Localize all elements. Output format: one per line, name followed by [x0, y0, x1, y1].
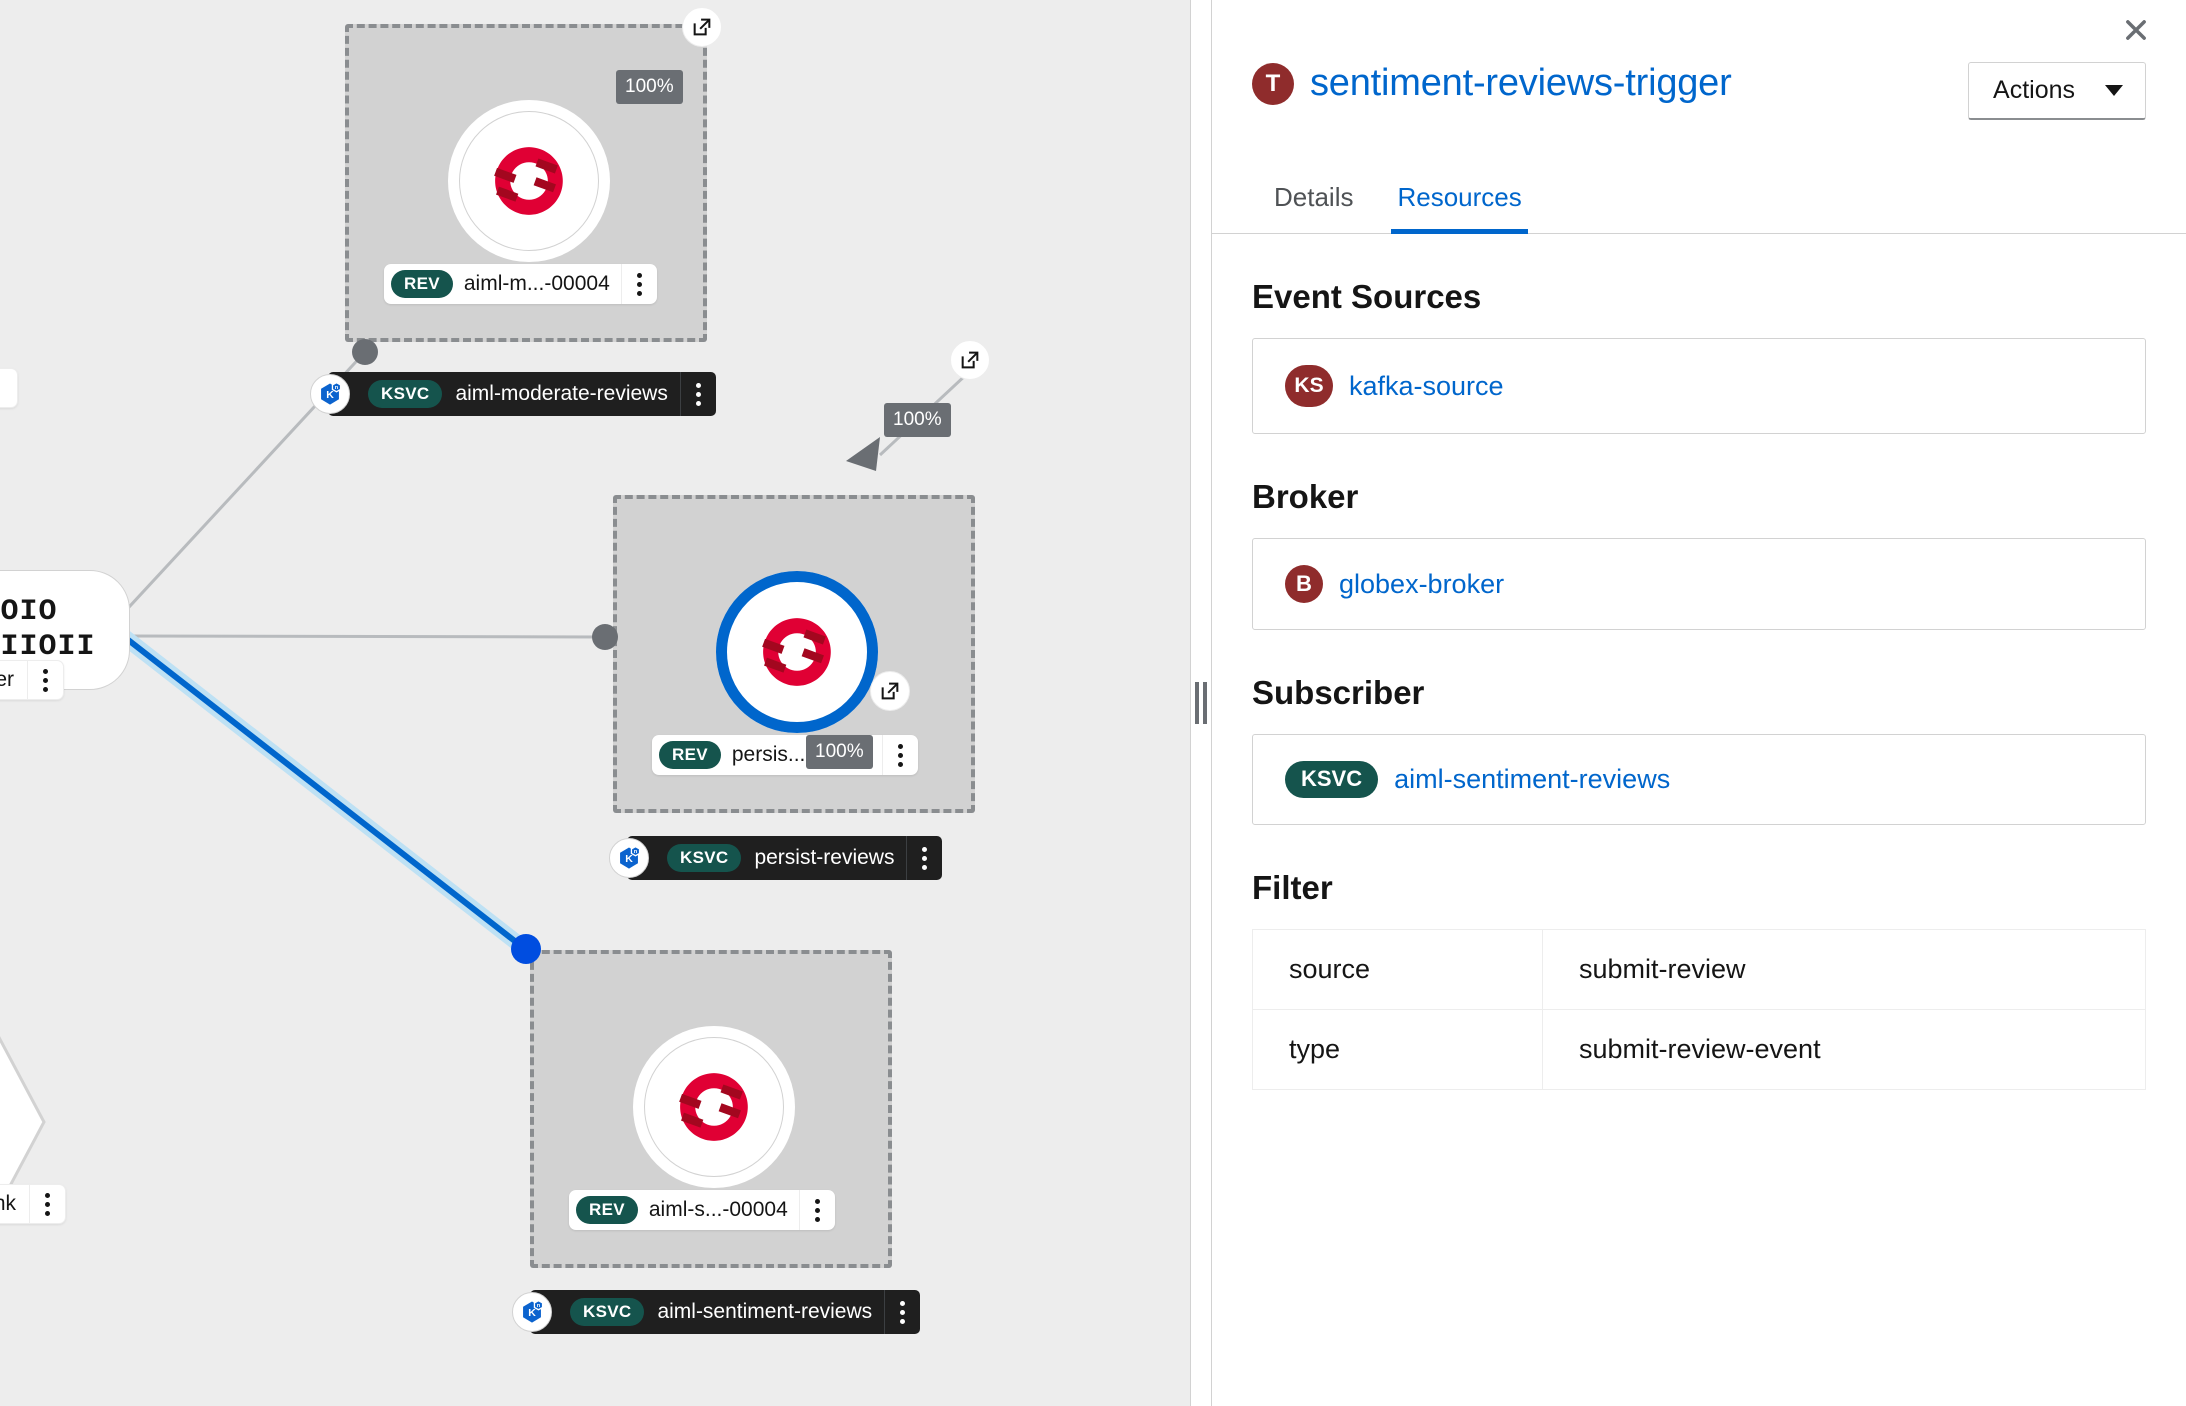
- service-pill-aiml-sentiment-reviews[interactable]: K n KSVC aiml-sentiment-reviews: [512, 1290, 921, 1334]
- kebab-menu-icon[interactable]: [906, 836, 942, 880]
- filter-key: type: [1252, 1009, 1543, 1090]
- graph-node-broker-label[interactable]: obex-broker: [0, 660, 65, 700]
- chevron-down-icon: [2105, 85, 2123, 96]
- revision-badge: REV: [659, 741, 721, 769]
- svg-text:n: n: [335, 385, 339, 391]
- service-badge: KSVC: [667, 844, 742, 872]
- subscriber-type-badge: KSVC: [1285, 761, 1379, 798]
- external-link-icon-persist-reviews[interactable]: [950, 340, 990, 380]
- openshift-logo-icon: [679, 1073, 748, 1141]
- event-source-link[interactable]: kafka-source: [1349, 371, 1504, 402]
- revision-emblem-aiml-moderate-reviews[interactable]: [448, 100, 610, 262]
- kebab-menu-icon[interactable]: [679, 372, 716, 416]
- kebab-menu-icon[interactable]: [884, 1290, 920, 1334]
- panel-content: Event Sources KS kafka-source Broker B g…: [1212, 278, 2186, 1090]
- kebab-menu-icon[interactable]: [881, 735, 918, 775]
- revision-badge: REV: [391, 270, 453, 298]
- resize-grip-bar: [1195, 682, 1199, 724]
- service-pill-persist-reviews[interactable]: K n KSVC persist-reviews: [609, 836, 943, 880]
- knative-icon: K n: [609, 838, 649, 878]
- service-name: aiml-sentiment-reviews: [657, 1300, 873, 1323]
- panel-header: T sentiment-reviews-trigger Actions: [1212, 0, 2186, 120]
- revision-pill-persist-reviews[interactable]: REV persis...-00001: [652, 735, 918, 775]
- service-pill-aiml-moderate-reviews[interactable]: K n KSVC aiml-moderate-reviews: [310, 372, 716, 416]
- kebab-menu-icon[interactable]: [0, 369, 7, 407]
- revision-name: aiml-s...-00004: [648, 1198, 788, 1221]
- broker-binary-glyph: IO IOIO OII IIOII: [0, 594, 96, 664]
- svg-text:K: K: [326, 389, 334, 401]
- service-badge: KSVC: [570, 1298, 645, 1326]
- table-row: source submit-review: [1252, 929, 2146, 1010]
- panel-tabs: Details Resources: [1212, 164, 2186, 234]
- subscriber-card[interactable]: KSVC aiml-sentiment-reviews: [1252, 734, 2146, 825]
- traffic-percent-persist-reviews: 100%: [884, 403, 951, 437]
- actions-button-label: Actions: [1993, 76, 2075, 104]
- service-badge: KSVC: [368, 380, 443, 408]
- page-title[interactable]: sentiment-reviews-trigger: [1310, 62, 1732, 105]
- openshift-logo-icon: [494, 147, 563, 215]
- tab-resources[interactable]: Resources: [1375, 164, 1543, 234]
- sink-label-text: ws-sink: [0, 1192, 17, 1215]
- resource-side-panel: T sentiment-reviews-trigger Actions Deta…: [1212, 0, 2186, 1406]
- resize-grip-bar: [1203, 682, 1207, 724]
- topology-screen: IO IOIO OII IIOII obex-broker ws-sink: [0, 0, 2186, 1406]
- section-title-event-sources: Event Sources: [1252, 278, 1482, 315]
- knative-icon: K n: [512, 1292, 552, 1332]
- section-title-subscriber: Subscriber: [1252, 674, 1425, 711]
- kebab-menu-icon[interactable]: [29, 1185, 65, 1223]
- revision-pill-aiml-moderate-reviews[interactable]: REV aiml-m...-00004: [384, 264, 657, 304]
- close-icon[interactable]: [2114, 8, 2158, 52]
- graph-node-sink-label[interactable]: ws-sink: [0, 1184, 67, 1224]
- broker-card[interactable]: B globex-broker: [1252, 538, 2146, 630]
- filter-table: source submit-review type submit-review-…: [1252, 929, 2146, 1090]
- connector-dot-aiml-moderate-reviews[interactable]: [352, 339, 378, 365]
- topology-graph[interactable]: IO IOIO OII IIOII obex-broker ws-sink: [0, 0, 1212, 1406]
- openshift-logo-icon: [762, 618, 831, 686]
- connector-dot-aiml-sentiment-reviews[interactable]: [511, 934, 541, 964]
- tab-details[interactable]: Details: [1252, 164, 1375, 233]
- knative-icon: K n: [310, 374, 350, 414]
- panel-resize-handle[interactable]: [1190, 0, 1212, 1406]
- revision-emblem-aiml-sentiment-reviews[interactable]: [633, 1026, 795, 1188]
- kebab-menu-icon[interactable]: [620, 264, 657, 304]
- revision-emblem-persist-reviews[interactable]: [716, 571, 878, 733]
- actions-button[interactable]: Actions: [1968, 62, 2146, 120]
- broker-type-badge: B: [1285, 565, 1323, 603]
- revision-badge: REV: [576, 1196, 638, 1224]
- offscreen-node-kebab[interactable]: [0, 368, 18, 408]
- traffic-percent-aiml-moderate-reviews: 100%: [616, 70, 683, 104]
- kebab-menu-icon[interactable]: [27, 661, 63, 699]
- svg-text:K: K: [528, 1307, 536, 1319]
- revision-pill-aiml-sentiment-reviews[interactable]: REV aiml-s...-00004: [569, 1190, 835, 1230]
- connector-dot-persist-reviews[interactable]: [592, 624, 618, 650]
- kebab-menu-icon[interactable]: [798, 1190, 835, 1230]
- section-title-broker: Broker: [1252, 478, 1359, 515]
- revision-name: aiml-m...-00004: [463, 272, 610, 295]
- external-link-icon-aiml-sentiment-reviews[interactable]: [870, 671, 910, 711]
- filter-value: submit-review-event: [1542, 1009, 2146, 1090]
- traffic-percent-aiml-sentiment-reviews: 100%: [806, 735, 873, 769]
- svg-text:K: K: [625, 853, 633, 865]
- external-link-icon-aiml-moderate-reviews[interactable]: [682, 7, 722, 47]
- svg-text:n: n: [634, 849, 638, 855]
- broker-link[interactable]: globex-broker: [1339, 569, 1504, 600]
- service-name: persist-reviews: [754, 846, 895, 869]
- event-source-card[interactable]: KS kafka-source: [1252, 338, 2146, 434]
- section-title-filter: Filter: [1252, 869, 1333, 906]
- filter-value: submit-review: [1542, 929, 2146, 1010]
- trigger-type-badge: T: [1252, 62, 1294, 105]
- svg-text:n: n: [537, 1303, 541, 1309]
- kafka-source-type-badge: KS: [1285, 365, 1333, 407]
- panel-title-row: T sentiment-reviews-trigger: [1252, 62, 1732, 105]
- broker-label-text: obex-broker: [0, 668, 15, 691]
- service-name: aiml-moderate-reviews: [455, 382, 668, 405]
- filter-key: source: [1252, 929, 1543, 1010]
- subscriber-link[interactable]: aiml-sentiment-reviews: [1394, 764, 1670, 795]
- table-row: type submit-review-event: [1252, 1009, 2146, 1090]
